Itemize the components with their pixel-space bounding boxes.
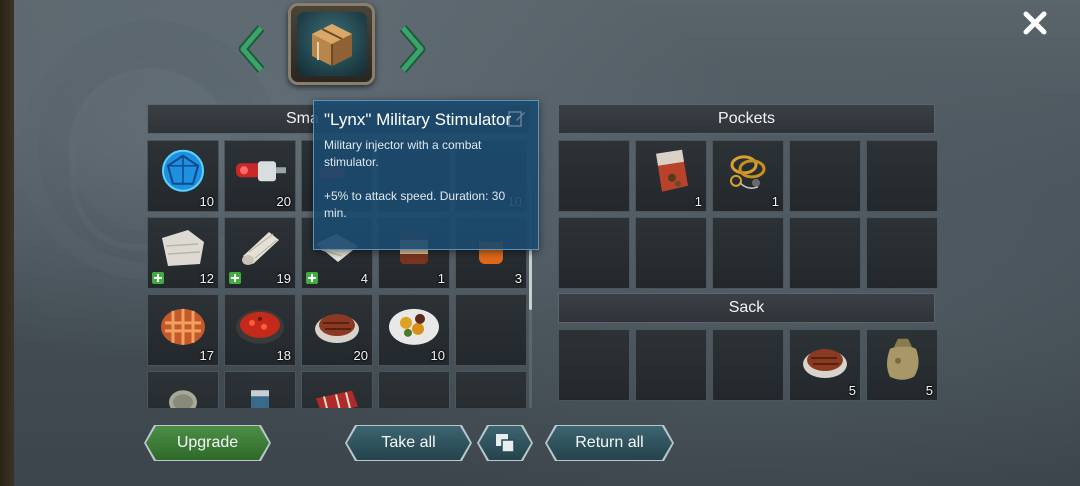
steak-icon (799, 338, 851, 387)
left-slot[interactable]: 18 (224, 294, 296, 366)
tin-can-icon (163, 382, 203, 408)
item-quantity: 5 (848, 383, 856, 398)
close-icon (1023, 11, 1047, 35)
tooltip-title: "Lynx" Military Stimulator (324, 110, 512, 129)
item-quantity: 4 (360, 271, 368, 286)
upgrade-button-label: Upgrade (176, 434, 239, 451)
sack-grid: 55 (558, 329, 938, 401)
left-slot[interactable] (224, 371, 296, 408)
left-slot[interactable] (378, 371, 450, 408)
blue-crystal-icon (158, 146, 208, 201)
sack-slot[interactable] (712, 329, 784, 401)
pockets-slot[interactable]: 1 (635, 140, 707, 212)
stack-icon (494, 432, 516, 454)
close-button[interactable] (1020, 8, 1050, 38)
sack-slot[interactable]: 5 (866, 329, 938, 401)
pockets-slot[interactable]: 1 (712, 140, 784, 212)
pockets-grid: 11 (558, 140, 938, 289)
item-quantity: 12 (199, 271, 214, 286)
left-slot[interactable] (301, 371, 373, 408)
sack-slot[interactable] (558, 329, 630, 401)
left-slot[interactable]: 19 (224, 217, 296, 289)
item-quantity: 10 (199, 194, 214, 209)
container-screen (296, 12, 367, 76)
left-slot[interactable] (455, 371, 527, 408)
sack-slot[interactable]: 5 (789, 329, 861, 401)
left-slot[interactable] (147, 371, 219, 408)
pockets-slot[interactable] (789, 140, 861, 212)
red-injector-icon (232, 151, 288, 196)
bandage-cloth-icon (158, 226, 208, 275)
pockets-title: Pockets (718, 110, 775, 127)
item-quantity: 18 (276, 348, 291, 363)
sack-slot[interactable] (635, 329, 707, 401)
item-quantity: 17 (199, 348, 214, 363)
item-quantity: 10 (430, 348, 445, 363)
chevron-right-icon (399, 25, 426, 73)
upgrade-button[interactable]: Upgrade (146, 426, 269, 460)
soda-can-icon (245, 382, 275, 408)
tooltip-description: Military injector with a combat stimulat… (324, 138, 482, 169)
left-slot[interactable] (455, 294, 527, 366)
item-quantity: 3 (514, 271, 522, 286)
left-slot[interactable]: 12 (147, 217, 219, 289)
pockets-slot[interactable] (789, 217, 861, 289)
item-quantity: 1 (437, 271, 445, 286)
medical-cross-icon (229, 272, 241, 284)
item-tooltip: "Lynx" Military Stimulator Military inje… (313, 100, 539, 250)
return-all-button[interactable]: Return all (547, 426, 672, 460)
item-quantity: 19 (276, 271, 291, 286)
chili-bowl-icon (232, 301, 288, 354)
return-all-button-label: Return all (575, 434, 644, 451)
roll-bandage-icon (235, 226, 285, 275)
tooltip-effect: +5% to attack speed. Duration: 30 min. (324, 189, 506, 220)
left-slot[interactable]: 20 (224, 140, 296, 212)
gold-jewelry-icon (722, 147, 774, 200)
pockets-slot[interactable] (558, 140, 630, 212)
cloth-sack-icon (876, 335, 928, 390)
left-edge-border (0, 0, 14, 486)
left-slot[interactable]: 10 (147, 140, 219, 212)
left-slot[interactable]: 17 (147, 294, 219, 366)
edit-icon (508, 111, 525, 127)
stack-button[interactable] (479, 426, 531, 460)
item-quantity: 1 (771, 194, 779, 209)
item-quantity: 1 (694, 194, 702, 209)
next-container-button[interactable] (396, 24, 428, 74)
left-slot[interactable]: 20 (301, 294, 373, 366)
pie-icon (157, 301, 209, 354)
pockets-slot[interactable] (866, 140, 938, 212)
wooden-crate-icon (311, 24, 352, 66)
stew-plate-icon (386, 301, 442, 354)
seed-pack-icon (648, 146, 694, 201)
pockets-slot[interactable] (712, 217, 784, 289)
pockets-slot[interactable] (866, 217, 938, 289)
steak-icon (311, 303, 363, 352)
left-slot[interactable]: 10 (378, 294, 450, 366)
take-all-button[interactable]: Take all (347, 426, 470, 460)
medical-cross-icon (306, 272, 318, 284)
pockets-header: Pockets (558, 104, 935, 134)
container-selector[interactable] (288, 3, 375, 85)
item-quantity: 20 (276, 194, 291, 209)
item-quantity: 20 (353, 348, 368, 363)
sack-title: Sack (728, 299, 765, 316)
medical-cross-icon (152, 272, 164, 284)
prev-container-button[interactable] (236, 24, 268, 74)
sack-header: Sack (558, 293, 935, 323)
take-all-button-label: Take all (381, 434, 436, 451)
pockets-slot[interactable] (635, 217, 707, 289)
pockets-slot[interactable] (558, 217, 630, 289)
chevron-left-icon (238, 25, 265, 73)
left-scrollbar-thumb[interactable] (529, 250, 532, 310)
item-quantity: 5 (925, 383, 933, 398)
checkered-cloth-icon (312, 384, 362, 408)
